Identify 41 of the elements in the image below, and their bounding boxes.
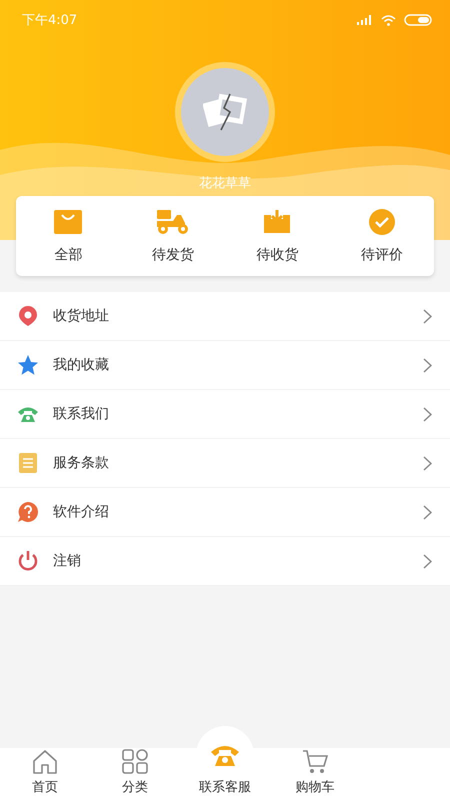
menu-label: 软件介绍	[53, 503, 110, 521]
grid-icon	[121, 749, 149, 775]
status-time: 下午4:07	[22, 12, 78, 29]
order-status-tab[interactable]: 待收货	[225, 208, 330, 264]
wifi-icon	[381, 14, 396, 26]
menu-label: 联系我们	[53, 405, 110, 423]
tab-item[interactable]: 联系客服	[180, 720, 270, 800]
chevron-right-icon	[423, 308, 432, 324]
inbox-icon	[262, 209, 292, 235]
order-status-tab[interactable]: 全部	[16, 208, 120, 264]
tab-item[interactable]: 分类	[90, 748, 180, 800]
bag-icon	[53, 209, 84, 235]
menu-label: 注销	[53, 552, 82, 570]
menu-item[interactable]: 收货地址	[0, 292, 450, 341]
chevron-right-icon	[423, 504, 432, 520]
chevron-right-icon	[423, 456, 432, 470]
cart-icon	[301, 749, 329, 775]
chevron-right-icon	[423, 358, 432, 372]
tab-item[interactable]: 首页	[0, 748, 90, 800]
battery-icon	[404, 14, 432, 26]
menu-item[interactable]: 服务条款	[0, 439, 450, 488]
menu-item[interactable]: 软件介绍	[0, 488, 450, 537]
tab-item[interactable]: 购物车	[270, 748, 360, 800]
menu-label: 服务条款	[53, 454, 110, 472]
menu-label: 收货地址	[53, 307, 110, 325]
home-icon	[31, 749, 59, 775]
telephone-icon	[210, 743, 240, 767]
menu-label: 我的收藏	[53, 356, 110, 374]
order-status-tab[interactable]: 待评价	[330, 208, 434, 264]
user-name: 花花草草	[199, 175, 251, 192]
chevron-right-icon	[423, 554, 432, 568]
chevron-right-icon	[423, 406, 432, 422]
menu-item[interactable]: 注销	[0, 537, 450, 586]
scooter-icon	[154, 209, 191, 235]
avatar[interactable]	[181, 68, 269, 156]
menu-item[interactable]: 联系我们	[0, 390, 450, 439]
order-status-tab[interactable]: 待发货	[120, 208, 225, 264]
menu-item[interactable]: 我的收藏	[0, 341, 450, 390]
check-icon	[368, 208, 396, 236]
broken-image-icon	[203, 92, 247, 132]
signal-icon	[357, 15, 373, 25]
